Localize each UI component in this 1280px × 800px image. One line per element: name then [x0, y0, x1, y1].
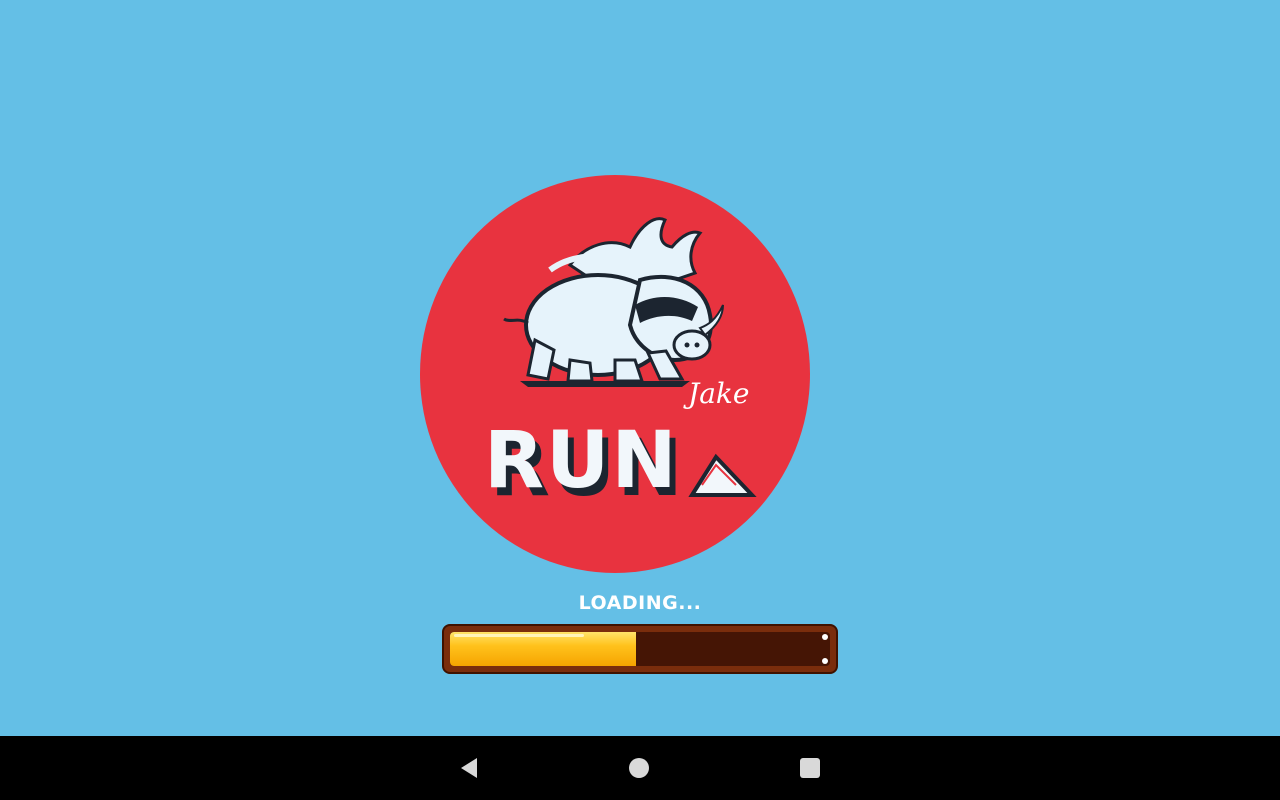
rivet-bottom	[822, 658, 828, 664]
game-logo: Jake RUN RUN	[420, 175, 810, 573]
loading-progress-bar	[442, 624, 838, 674]
back-icon[interactable]	[455, 754, 483, 782]
system-navigation-bar	[0, 736, 1280, 800]
logo-title-text: RUN	[484, 416, 679, 506]
rivet-top	[822, 634, 828, 640]
progress-track	[450, 632, 830, 666]
progress-shine	[454, 634, 585, 637]
progress-fill	[450, 632, 637, 666]
game-loading-screen: Jake RUN RUN LOADING...	[0, 0, 1280, 736]
home-icon[interactable]	[625, 754, 653, 782]
loading-label: LOADING...	[578, 592, 702, 614]
recents-icon[interactable]	[796, 754, 824, 782]
logo-subtitle: Jake	[683, 377, 749, 410]
